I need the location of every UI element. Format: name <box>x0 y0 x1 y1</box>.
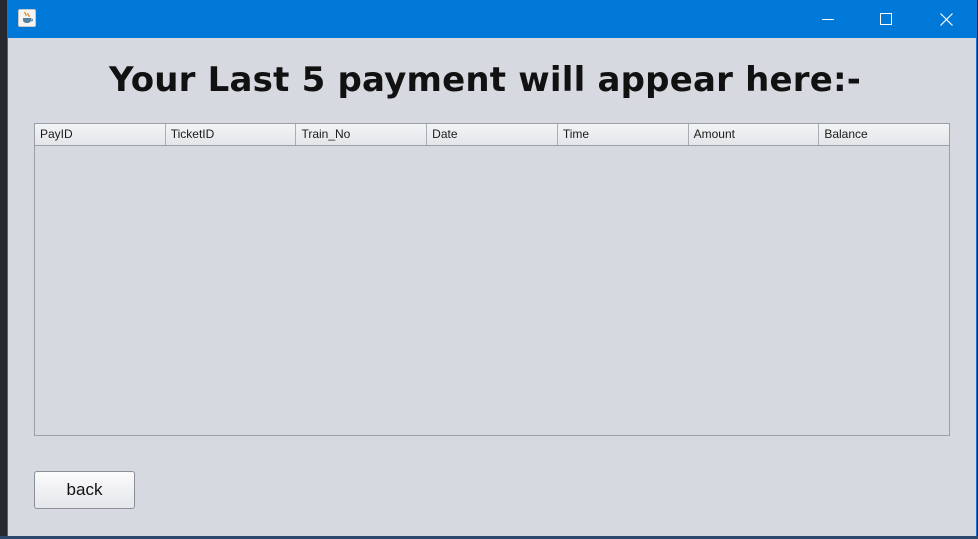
column-header-balance[interactable]: Balance <box>819 124 949 145</box>
payments-window: Your Last 5 payment will appear here:- P… <box>8 0 976 536</box>
column-header-amount[interactable]: Amount <box>689 124 820 145</box>
maximize-button[interactable] <box>857 0 915 38</box>
column-header-time[interactable]: Time <box>558 124 689 145</box>
table-header: PayID TicketID Train_No Date Time Amount… <box>35 124 949 146</box>
column-header-train-no[interactable]: Train_No <box>296 124 428 145</box>
maximize-icon <box>880 13 892 25</box>
column-header-ticketid[interactable]: TicketID <box>166 124 297 145</box>
minimize-icon <box>822 19 834 20</box>
desktop-left-edge <box>0 0 8 539</box>
back-button[interactable]: back <box>34 471 135 509</box>
column-header-date[interactable]: Date <box>427 124 558 145</box>
column-header-payid[interactable]: PayID <box>35 124 166 145</box>
title-bar[interactable] <box>8 0 976 38</box>
payments-table[interactable]: PayID TicketID Train_No Date Time Amount… <box>34 123 950 436</box>
close-icon <box>939 12 953 26</box>
page-title: Your Last 5 payment will appear here:- <box>109 60 862 100</box>
close-button[interactable] <box>916 0 976 38</box>
minimize-button[interactable] <box>799 0 857 38</box>
java-coffee-cup-icon[interactable] <box>18 9 36 27</box>
